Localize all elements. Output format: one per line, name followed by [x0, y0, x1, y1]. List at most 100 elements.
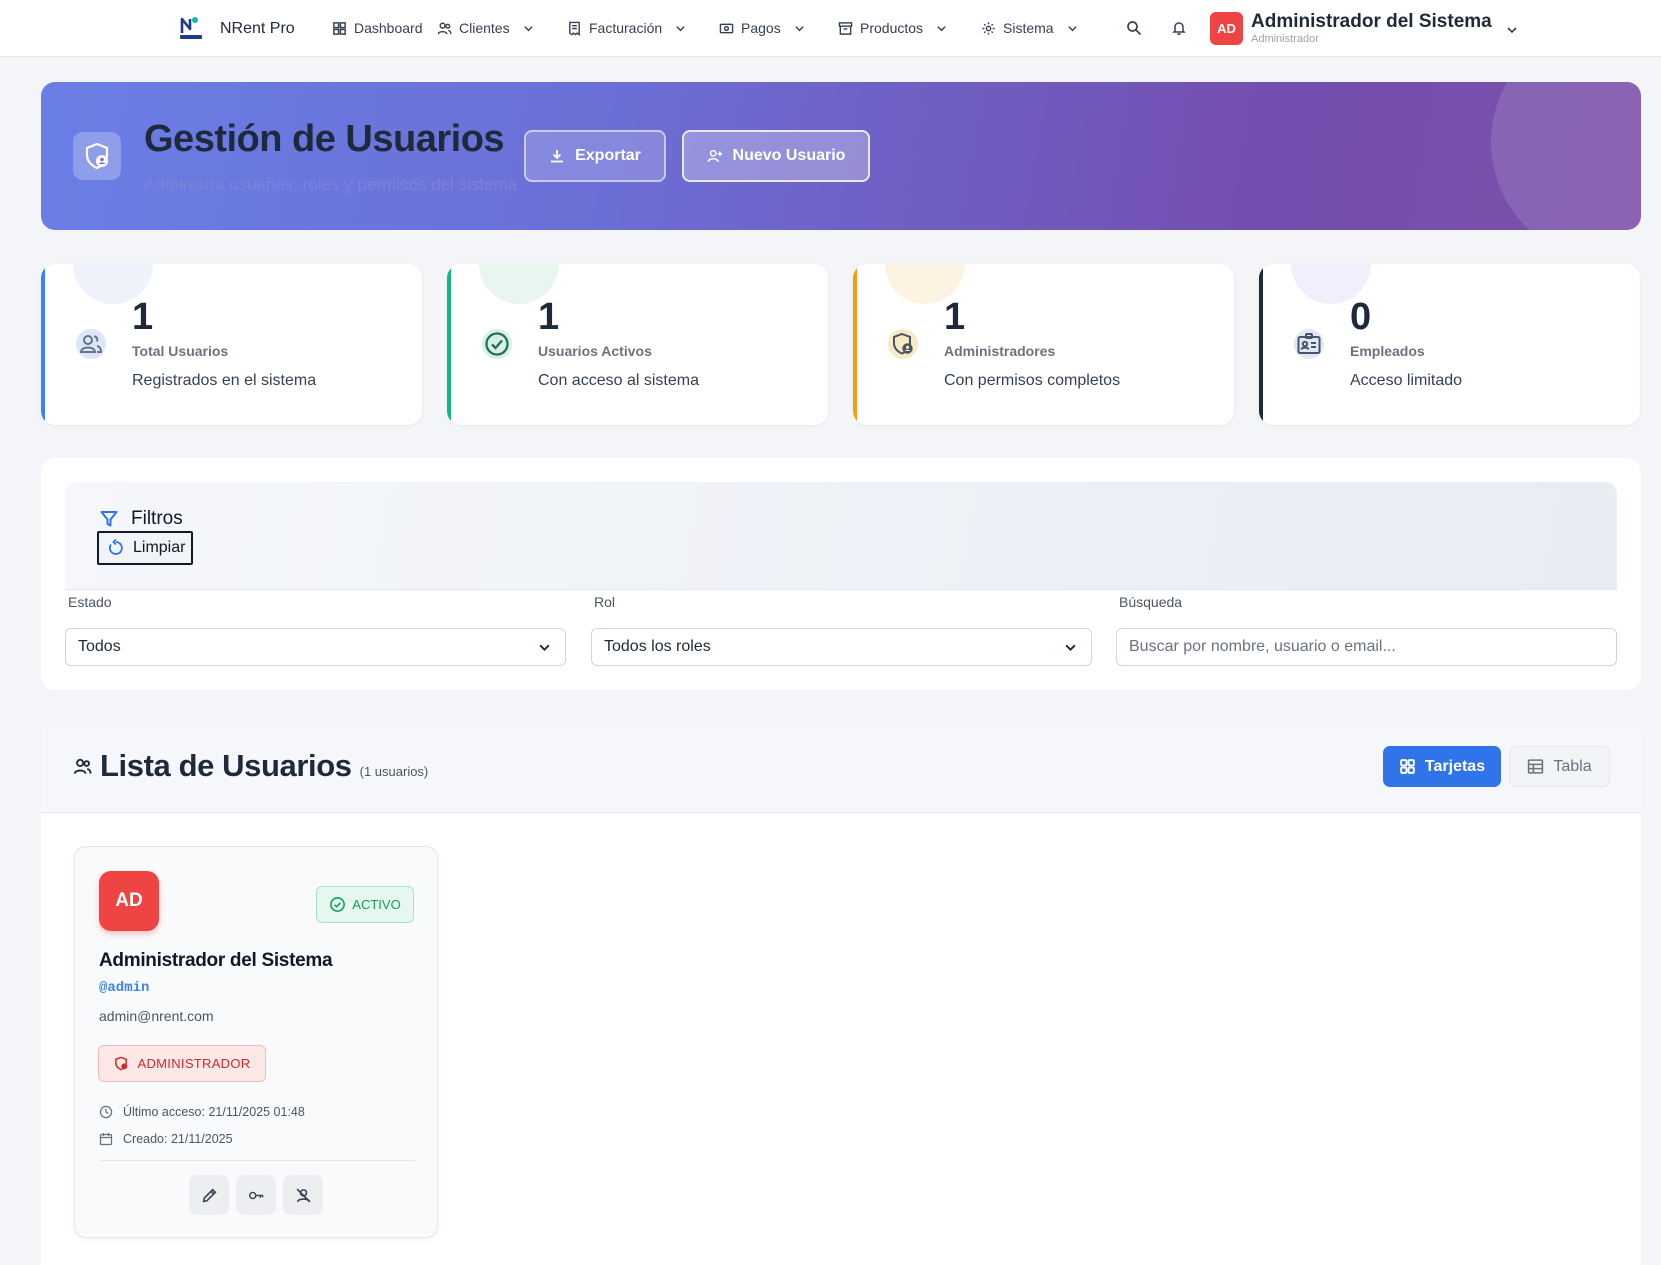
clock-icon	[99, 1105, 113, 1119]
nav-facturacion[interactable]: Facturación	[567, 17, 686, 39]
deactivate-user-button[interactable]	[283, 1175, 323, 1215]
page-subtitle: Administra usuarios, roles y permisos de…	[144, 175, 518, 194]
stat-label: Total Usuarios	[132, 343, 229, 359]
nav-facturacion-label: Facturación	[589, 20, 663, 36]
user-avatar: AD	[1210, 11, 1243, 45]
page-title: Gestión de Usuarios	[144, 118, 505, 160]
gear-icon	[982, 21, 995, 35]
user-menu[interactable]: AD Administrador del Sistema Administrad…	[1210, 9, 1518, 47]
rol-label: Rol	[594, 594, 616, 610]
avatar: AD	[99, 871, 159, 931]
users-list-panel: Lista de Usuarios (1 usuarios) Tarjetas …	[41, 722, 1641, 1265]
nav-pagos[interactable]: Pagos	[719, 17, 805, 39]
role-badge: ADMINISTRADOR	[98, 1045, 266, 1082]
nav-sistema[interactable]: Sistema	[981, 17, 1078, 39]
user-off-icon	[296, 1188, 310, 1202]
search-icon	[1127, 21, 1142, 36]
stat-description: Registrados en el sistema	[132, 372, 317, 389]
last-access: Último acceso: 21/11/2025 01:48	[99, 1105, 305, 1119]
user-card[interactable]: AD ACTIVO Administrador del Sistema @adm…	[74, 846, 438, 1238]
view-table-button[interactable]: Tabla	[1509, 746, 1610, 787]
id-badge-icon	[1293, 328, 1325, 360]
chevron-down-icon	[539, 644, 550, 652]
user-card-username: @admin	[99, 980, 150, 996]
stat-description: Con acceso al sistema	[538, 372, 699, 389]
nrent-logo-icon	[180, 17, 202, 39]
stat-description: Acceso limitado	[1350, 372, 1463, 389]
divider	[99, 1160, 415, 1161]
export-button[interactable]: Exportar	[524, 130, 666, 182]
calendar-icon	[99, 1133, 113, 1146]
chevron-down-icon	[1507, 27, 1517, 34]
nav-productos[interactable]: Productos	[838, 17, 947, 39]
nav-clientes[interactable]: Clientes	[437, 17, 534, 39]
last-access-text: Último acceso: 21/11/2025 01:48	[123, 1105, 305, 1119]
stat-label: Administradores	[944, 343, 1056, 359]
user-name: Administrador del Sistema	[1251, 10, 1492, 32]
new-user-button[interactable]: Nuevo Usuario	[682, 130, 870, 182]
user-card-name: Administrador del Sistema	[99, 950, 333, 971]
view-table-label: Tabla	[1553, 757, 1592, 775]
edit-user-button[interactable]	[189, 1175, 229, 1215]
grid-icon	[333, 21, 346, 35]
user-plus-icon	[707, 149, 722, 162]
bell-icon	[1172, 22, 1186, 35]
user-role: Administrador	[1251, 32, 1319, 45]
nav-sistema-label: Sistema	[1003, 20, 1054, 36]
filter-icon	[100, 511, 118, 527]
stat-description: Con permisos completos	[944, 372, 1121, 389]
filters-title-text: Filtros	[131, 508, 183, 529]
decorative-circle	[1491, 82, 1641, 230]
status-badge: ACTIVO	[316, 886, 414, 923]
search-input[interactable]	[1129, 638, 1604, 656]
chevron-down-icon	[676, 25, 685, 31]
estado-select-value: Todos	[78, 638, 121, 655]
chevron-down-icon	[795, 25, 804, 31]
reset-password-button[interactable]	[236, 1175, 276, 1215]
stat-card-employees: 0 Empleados Acceso limitado	[1259, 264, 1640, 425]
stat-value: 1	[132, 296, 154, 338]
stat-label: Empleados	[1350, 343, 1425, 359]
clear-filters-label: Limpiar	[133, 539, 186, 556]
user-card-email: admin@nrent.com	[99, 1008, 214, 1024]
users-icon	[73, 758, 92, 774]
nav-pagos-label: Pagos	[741, 20, 781, 36]
created-date: Creado: 21/11/2025	[99, 1132, 233, 1146]
check-circle-icon	[330, 897, 346, 912]
stat-accent	[1259, 264, 1263, 425]
users-group-icon	[75, 328, 107, 360]
stat-value: 1	[944, 296, 966, 338]
users-icon	[437, 22, 452, 34]
shield-user-icon	[887, 328, 919, 360]
search-button[interactable]	[1122, 16, 1146, 40]
estado-select[interactable]: Todos	[65, 628, 566, 666]
nav-dashboard[interactable]: Dashboard	[332, 17, 423, 39]
stat-value: 1	[538, 296, 560, 338]
search-field[interactable]	[1116, 628, 1617, 666]
chevron-down-icon	[1067, 25, 1077, 31]
notifications-button[interactable]	[1167, 16, 1191, 40]
check-circle-icon	[481, 328, 513, 360]
clear-filters-button[interactable]: Limpiar	[97, 531, 193, 565]
role-badge-label: ADMINISTRADOR	[137, 1056, 251, 1071]
invoice-icon	[569, 21, 580, 36]
table-icon	[1528, 759, 1544, 774]
pencil-icon	[202, 1188, 216, 1202]
stat-accent	[41, 264, 45, 425]
nav-dashboard-label: Dashboard	[354, 20, 423, 36]
shield-user-icon	[114, 1056, 127, 1071]
users-list-header: Lista de Usuarios (1 usuarios) Tarjetas …	[41, 722, 1641, 813]
brand-name: NRent Pro	[220, 20, 295, 37]
page-header-banner: Gestión de Usuarios Administra usuarios,…	[41, 82, 1641, 230]
filters-panel: Filtros Limpiar Estado Todos Rol Todos l…	[41, 458, 1641, 690]
rol-select[interactable]: Todos los roles	[591, 628, 1092, 666]
stat-value: 0	[1350, 296, 1372, 338]
brand[interactable]: NRent Pro	[178, 14, 295, 44]
archive-box-icon	[838, 21, 853, 35]
stat-card-administrators: 1 Administradores Con permisos completos	[853, 264, 1234, 425]
stat-accent	[447, 264, 451, 425]
users-list-title-text: Lista de Usuarios	[100, 748, 352, 783]
view-cards-button[interactable]: Tarjetas	[1383, 746, 1501, 787]
view-cards-label: Tarjetas	[1424, 757, 1486, 775]
chevron-down-icon	[937, 25, 946, 31]
